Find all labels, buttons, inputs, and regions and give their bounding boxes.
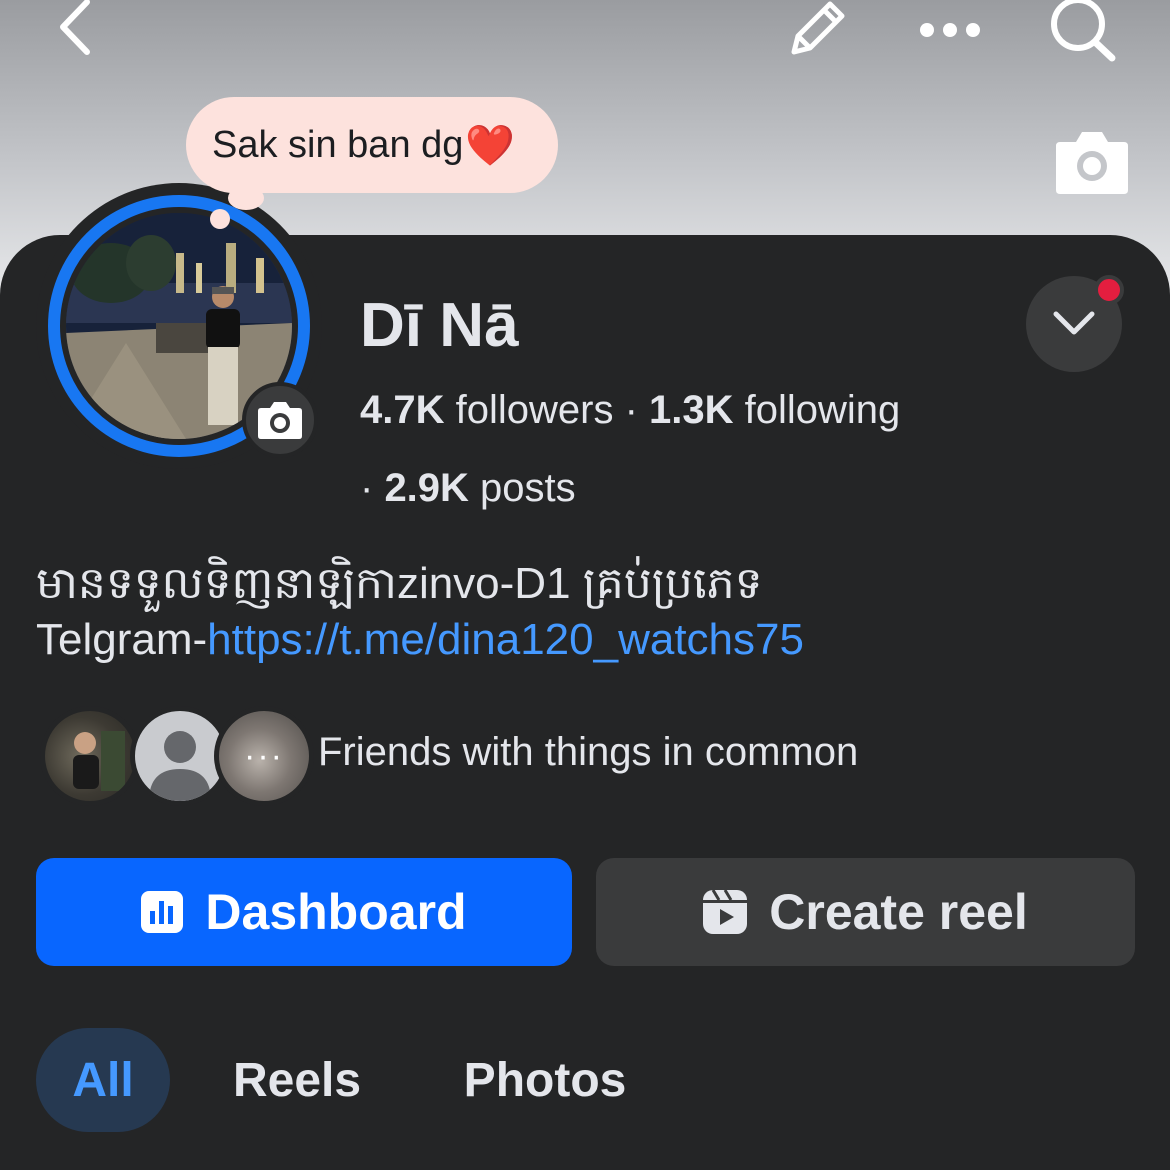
posts-prefix: · bbox=[360, 466, 385, 510]
dashboard-button[interactable]: Dashboard bbox=[36, 858, 572, 966]
followers-count: 4.7K bbox=[360, 388, 445, 432]
note-tail bbox=[228, 186, 264, 210]
edit-profile-button[interactable] bbox=[775, 0, 855, 60]
reel-icon bbox=[703, 890, 748, 934]
following-count: 1.3K bbox=[649, 388, 734, 432]
note-text: Sak sin ban dg bbox=[212, 123, 464, 166]
posts-stat[interactable]: · 2.9K posts bbox=[360, 466, 576, 511]
search-icon bbox=[1051, 0, 1116, 62]
followers-label: followers bbox=[444, 388, 614, 432]
follow-stats: 4.7K followers · 1.3K following bbox=[360, 388, 900, 433]
notification-dot bbox=[1094, 275, 1124, 305]
pencil-icon bbox=[791, 1, 845, 55]
profile-note[interactable]: Sak sin ban dg ❤️ bbox=[186, 97, 558, 193]
create-reel-label: Create reel bbox=[769, 884, 1028, 940]
dashboard-icon bbox=[141, 891, 184, 933]
posts-count: 2.9K bbox=[384, 466, 469, 510]
edit-profile-picture-button[interactable] bbox=[242, 382, 318, 458]
bio-line-1: មានទទួលទិញនាឡិកាzinvo-D1 គ្រប់ប្រភេទ bbox=[36, 559, 763, 608]
profile-name: Dī Nā bbox=[360, 291, 519, 360]
posts-label: posts bbox=[468, 466, 576, 510]
create-reel-button[interactable]: Create reel bbox=[596, 858, 1135, 966]
heart-emoji: ❤️ bbox=[465, 123, 516, 168]
friend-avatar-1 bbox=[40, 706, 140, 806]
following-label: following bbox=[733, 388, 901, 432]
profile-bio: មានទទួលទិញនាឡិកាzinvo-D1 គ្រប់ប្រភេទ Tel… bbox=[36, 556, 1136, 668]
note-tail-dot bbox=[210, 209, 230, 229]
chevron-left-icon bbox=[60, 0, 90, 55]
followers-link[interactable]: 4.7K followers bbox=[360, 388, 613, 432]
more-options-button[interactable] bbox=[905, 0, 995, 60]
edit-cover-camera-button[interactable] bbox=[1052, 128, 1132, 196]
tab-photos[interactable]: Photos bbox=[440, 1028, 650, 1132]
dashboard-label: Dashboard bbox=[205, 884, 467, 940]
back-button[interactable] bbox=[40, 0, 110, 60]
bio-telegram-prefix: Telgram- bbox=[36, 615, 208, 664]
chevron-down-icon bbox=[1053, 311, 1095, 335]
following-link[interactable]: 1.3K following bbox=[649, 388, 900, 432]
camera-icon bbox=[1056, 132, 1128, 194]
mutual-friends-label[interactable]: Friends with things in common bbox=[318, 730, 858, 775]
tab-reels[interactable]: Reels bbox=[215, 1028, 379, 1132]
stats-separator: · bbox=[613, 388, 649, 432]
bio-line-2: Telgram-https://t.me/dina120_watchs75 bbox=[36, 612, 1136, 668]
more-friends-dots: ··· bbox=[244, 736, 284, 775]
more-horizontal-icon bbox=[920, 23, 980, 37]
friend-avatar-3: ··· bbox=[214, 706, 314, 806]
bio-telegram-link[interactable]: https://t.me/dina120_watchs75 bbox=[207, 615, 804, 664]
default-user-icon bbox=[149, 731, 211, 801]
tab-all[interactable]: All bbox=[36, 1028, 170, 1132]
search-button[interactable] bbox=[1035, 0, 1125, 64]
camera-icon bbox=[258, 402, 302, 439]
